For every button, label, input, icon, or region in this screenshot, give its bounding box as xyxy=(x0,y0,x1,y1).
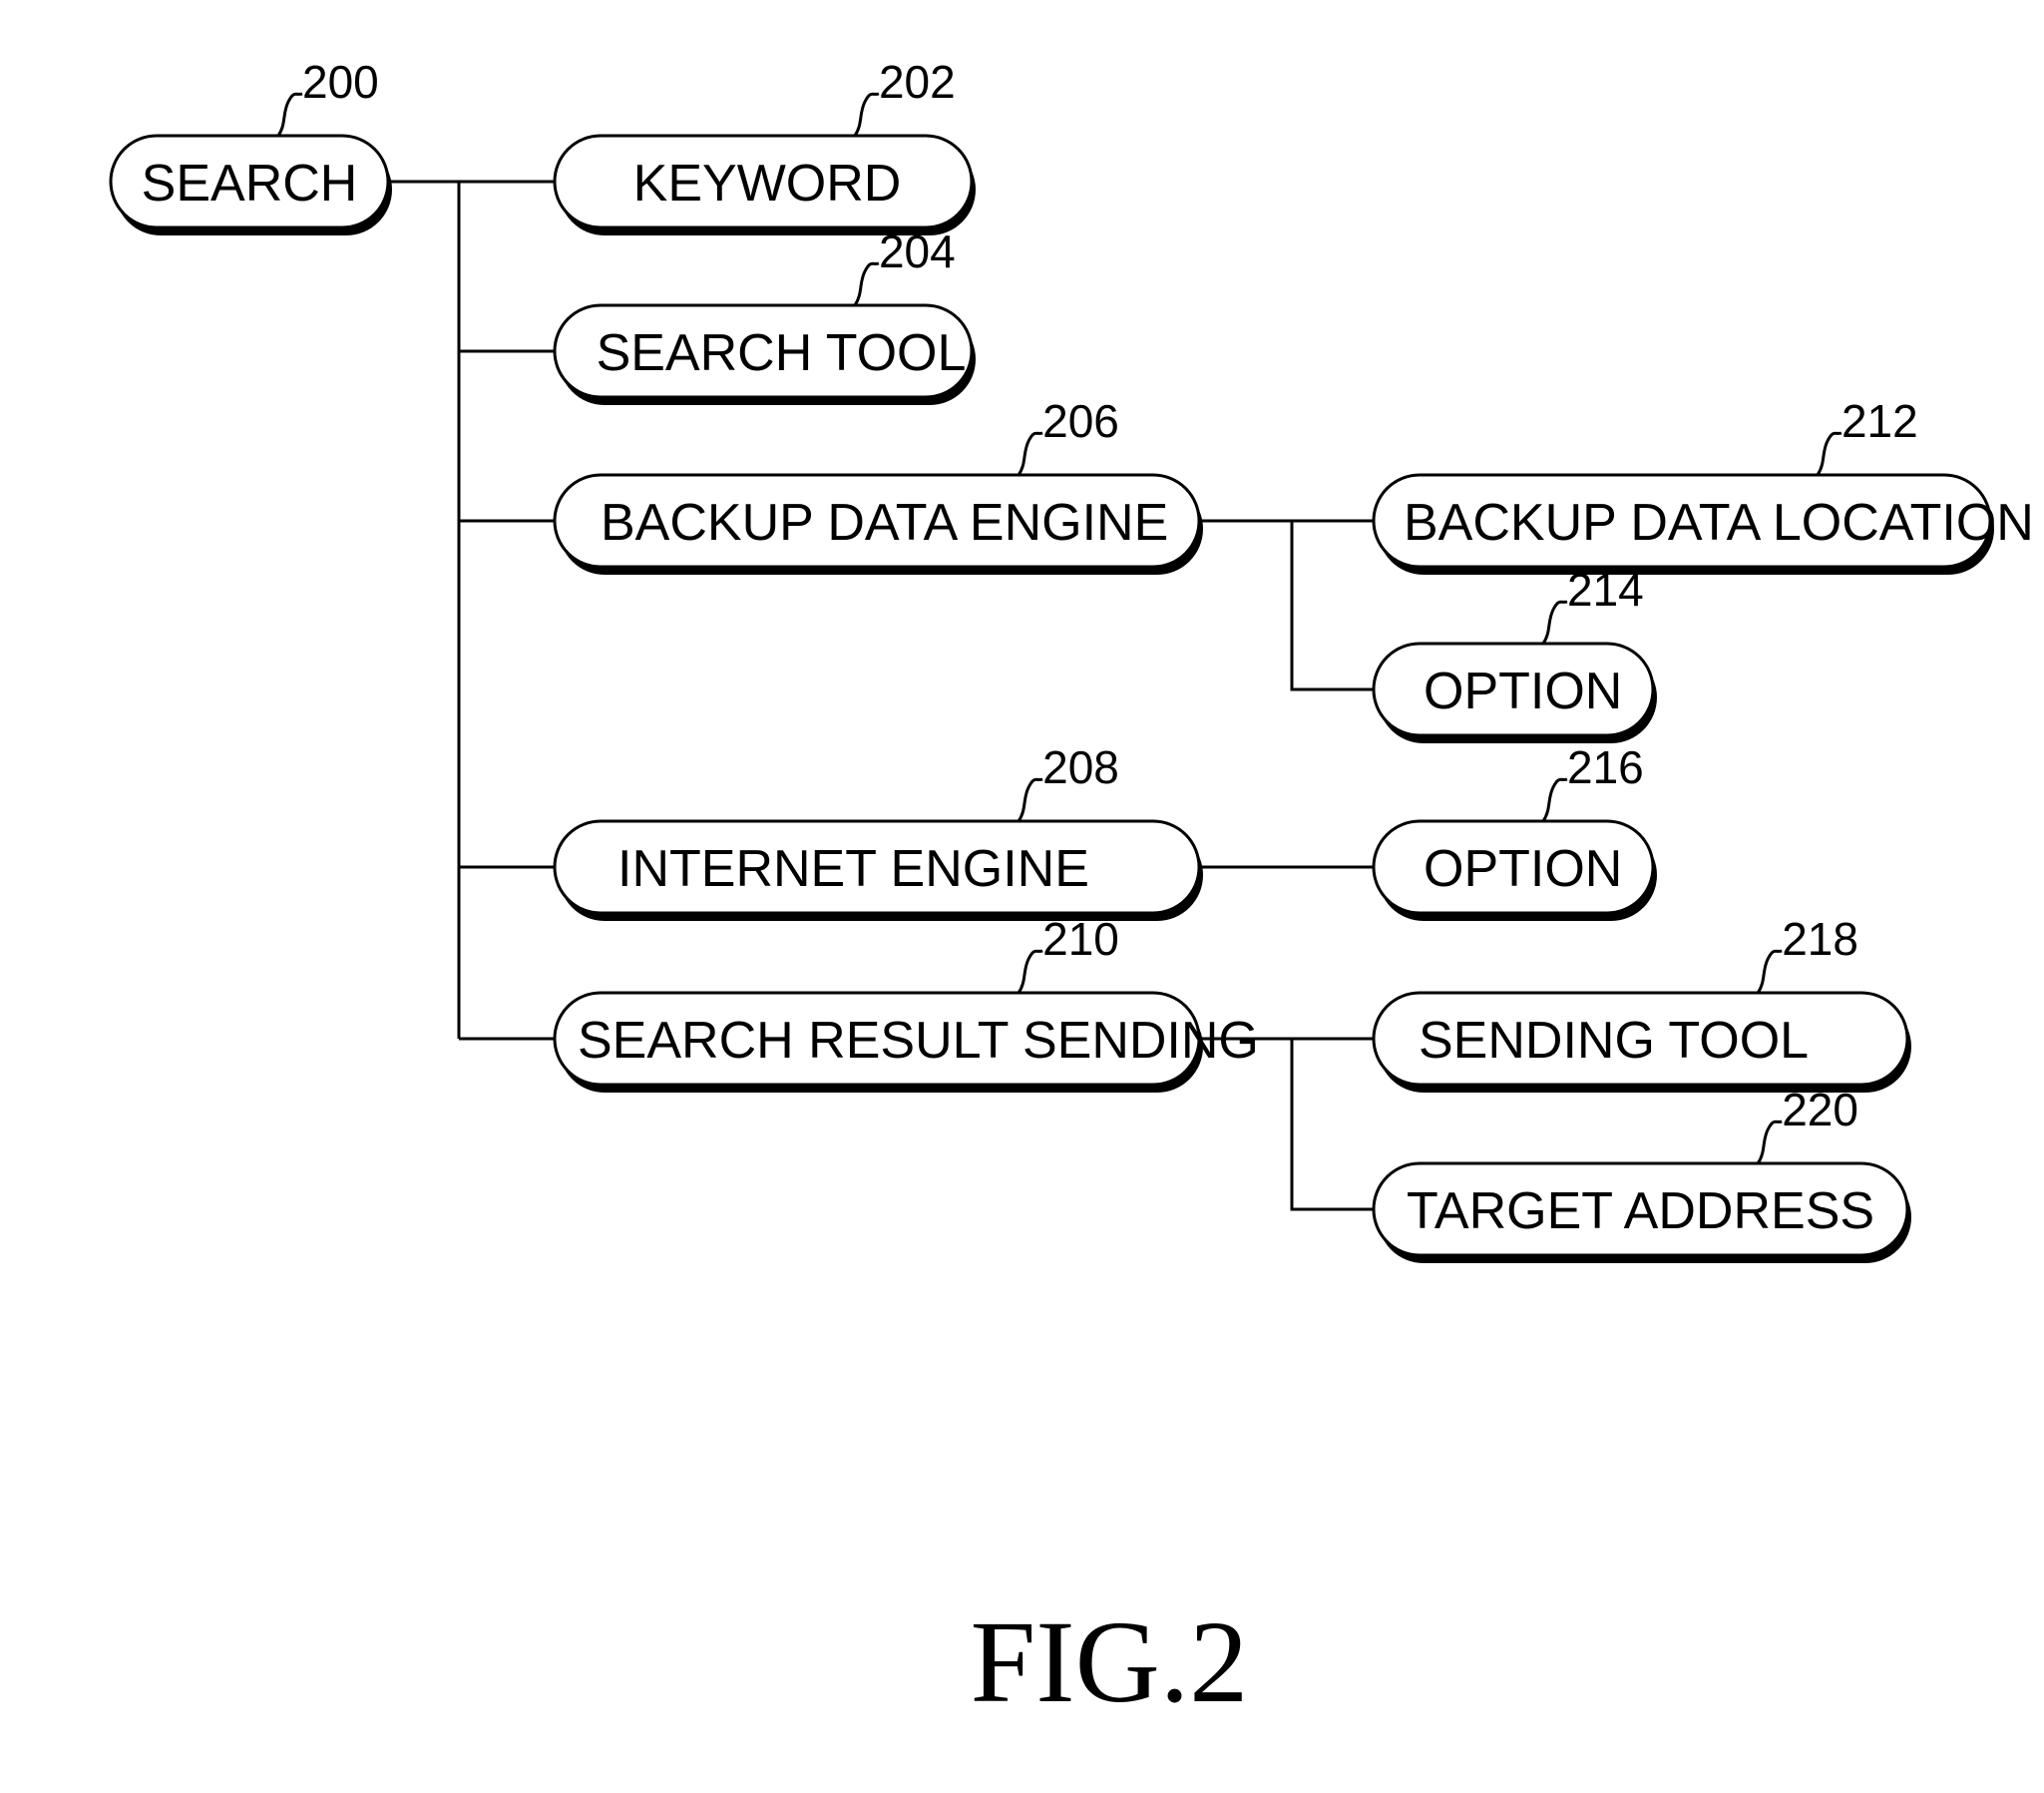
ref-210: 210 xyxy=(1042,913,1119,965)
node-label-backup-data-location: BACKUP DATA LOCATION xyxy=(1404,494,2034,552)
connector-backup-engine-branch xyxy=(1199,519,1374,691)
node-backup-data-engine: 206 BACKUP DATA ENGINE xyxy=(553,395,1203,575)
node-sending-tool: 218 SENDING TOOL xyxy=(1372,913,1911,1093)
node-label-target-address: TARGET ADDRESS xyxy=(1407,1182,1874,1240)
node-label-option-214: OPTION xyxy=(1424,663,1622,720)
node-keyword: 202 KEYWORD xyxy=(553,56,976,235)
leader-line xyxy=(1017,777,1043,822)
node-backup-data-location: 212 BACKUP DATA LOCATION xyxy=(1372,395,2034,575)
node-label-sending-tool: SENDING TOOL xyxy=(1419,1012,1809,1070)
node-option-214: 214 OPTION xyxy=(1372,564,1657,743)
ref-208: 208 xyxy=(1042,741,1119,793)
node-label-option-216: OPTION xyxy=(1424,840,1622,898)
tree-diagram: 200 SEARCH 202 KEYWORD 204 SEARCH TOOL 2… xyxy=(109,56,2034,1727)
node-target-address: 220 TARGET ADDRESS xyxy=(1372,1084,1911,1263)
node-search: 200 SEARCH xyxy=(109,56,392,235)
node-search-tool: 204 SEARCH TOOL xyxy=(553,225,976,405)
leader-line xyxy=(1756,1120,1783,1164)
leader-line xyxy=(1017,431,1043,476)
leader-line xyxy=(1017,949,1043,994)
ref-200: 200 xyxy=(302,56,379,108)
node-internet-engine: 208 INTERNET ENGINE xyxy=(553,741,1203,921)
leader-line xyxy=(1541,600,1568,645)
ref-214: 214 xyxy=(1567,564,1644,616)
ref-202: 202 xyxy=(879,56,956,108)
leader-line xyxy=(853,261,880,306)
ref-220: 220 xyxy=(1782,1084,1858,1135)
leader-line xyxy=(1816,431,1842,476)
node-label-keyword: KEYWORD xyxy=(633,155,902,213)
node-option-216: 216 OPTION xyxy=(1372,741,1657,921)
figure-label: FIG.2 xyxy=(971,1596,1249,1727)
node-label-search: SEARCH xyxy=(142,155,358,213)
ref-218: 218 xyxy=(1782,913,1858,965)
node-label-search-result-sending: SEARCH RESULT SENDING xyxy=(578,1012,1259,1070)
ref-204: 204 xyxy=(879,225,956,277)
ref-206: 206 xyxy=(1042,395,1119,447)
connector-search-trunk xyxy=(388,180,461,1039)
leader-line xyxy=(853,92,880,137)
leader-line xyxy=(1541,777,1568,822)
node-search-result-sending: 210 SEARCH RESULT SENDING xyxy=(553,913,1259,1093)
leader-line xyxy=(1756,949,1783,994)
node-label-internet-engine: INTERNET ENGINE xyxy=(617,840,1089,898)
node-label-backup-data-engine: BACKUP DATA ENGINE xyxy=(601,494,1168,552)
ref-212: 212 xyxy=(1841,395,1918,447)
leader-line xyxy=(276,92,303,137)
node-label-search-tool: SEARCH TOOL xyxy=(597,324,967,382)
ref-216: 216 xyxy=(1567,741,1644,793)
